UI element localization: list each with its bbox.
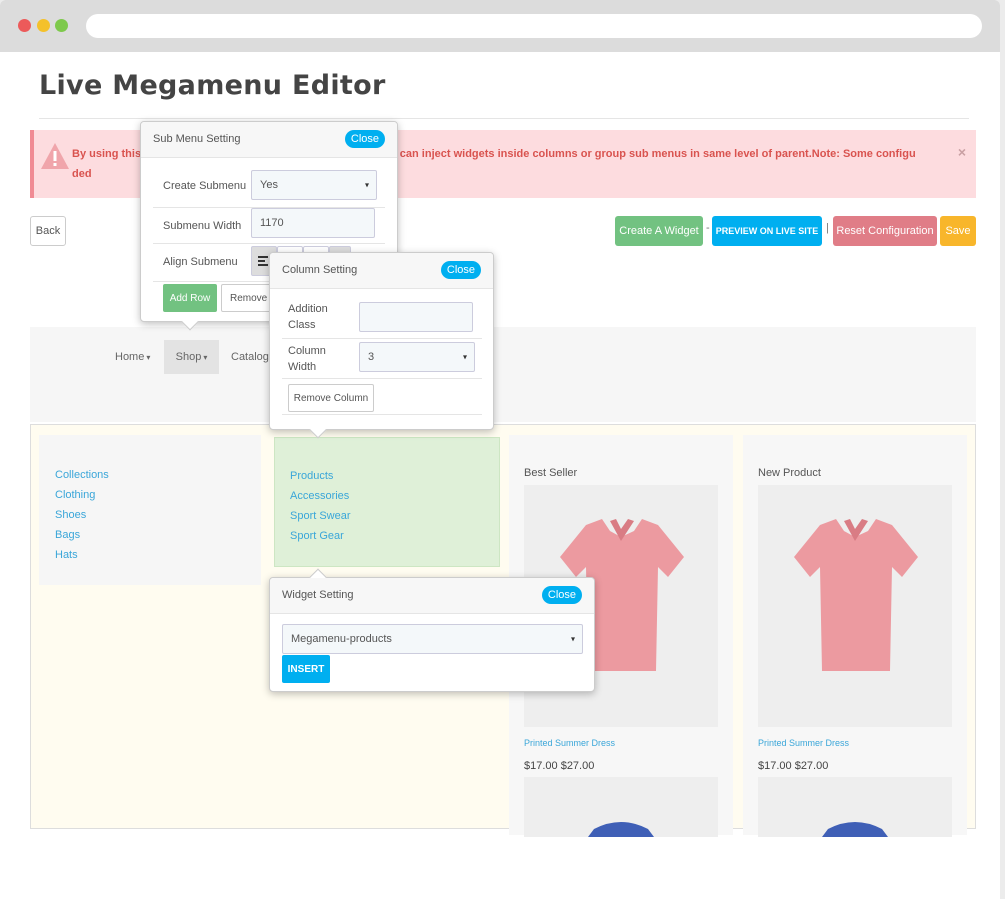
product-price: $17.00 $27.00 bbox=[758, 760, 829, 772]
submenu-column-1[interactable]: Collections Clothing Shoes Bags Hats bbox=[39, 435, 261, 585]
page: Live Megamenu Editor By using this t and… bbox=[0, 52, 1000, 899]
submenu-link[interactable]: Clothing bbox=[55, 485, 109, 505]
menu-item-home[interactable]: Home ▾ bbox=[115, 340, 150, 374]
popup-title: Column Setting bbox=[282, 264, 358, 276]
menu-item-shop[interactable]: Shop ▾ bbox=[164, 340, 219, 374]
preview-live-site-button[interactable]: PREVIEW ON LIVE SITE bbox=[712, 216, 822, 246]
window-close-dot[interactable] bbox=[18, 19, 31, 32]
select-value: Yes bbox=[260, 179, 278, 191]
addition-class-label: Addition Class bbox=[288, 303, 328, 331]
column-width-select[interactable]: 3 ▾ bbox=[359, 342, 475, 372]
insert-button[interactable]: INSERT bbox=[282, 655, 330, 683]
submenu-link[interactable]: Accessories bbox=[290, 486, 351, 506]
product-image[interactable] bbox=[758, 485, 952, 727]
chevron-down-icon: ▾ bbox=[462, 352, 467, 362]
page-title: Live Megamenu Editor bbox=[39, 70, 386, 101]
shirt-icon bbox=[822, 822, 888, 837]
close-button[interactable]: Close bbox=[440, 261, 481, 279]
submenu-column-2-selected[interactable]: Products Accessories Sport Swear Sport G… bbox=[274, 437, 500, 567]
column-heading: Best Seller bbox=[524, 467, 578, 479]
submenu-width-input[interactable]: 1170 bbox=[251, 208, 375, 238]
product-name-link[interactable]: Printed Summer Dress bbox=[758, 738, 849, 748]
shirt-icon bbox=[794, 519, 918, 671]
product-price: $17.00 $27.00 bbox=[524, 760, 595, 772]
widget-setting-popup: Widget Setting Close Megamenu-products ▾… bbox=[269, 568, 595, 692]
address-bar[interactable] bbox=[86, 14, 982, 38]
select-value: Megamenu-products bbox=[291, 633, 392, 645]
submenu-link[interactable]: Hats bbox=[55, 545, 109, 565]
submenu-link[interactable]: Bags bbox=[55, 525, 109, 545]
title-divider bbox=[39, 118, 969, 119]
chevron-down-icon: ▾ bbox=[570, 634, 575, 644]
chevron-down-icon: ▾ bbox=[364, 180, 369, 190]
menu-item-label: Shop bbox=[175, 351, 202, 363]
alert-close-icon[interactable]: × bbox=[958, 144, 966, 160]
widget-select[interactable]: Megamenu-products ▾ bbox=[282, 624, 583, 654]
submenu-column-new-product[interactable]: New Product Printed Summer Dress $17.00 … bbox=[743, 435, 967, 837]
chevron-down-icon: ▾ bbox=[203, 352, 208, 362]
toolbar-separator-pipe: | bbox=[826, 222, 829, 234]
chevron-down-icon: ▾ bbox=[146, 352, 151, 362]
column-heading: New Product bbox=[758, 467, 821, 479]
menu-item-label: Home bbox=[115, 351, 145, 363]
create-submenu-label: Create Submenu bbox=[163, 180, 247, 192]
warning-icon bbox=[41, 143, 69, 169]
create-submenu-select[interactable]: Yes ▾ bbox=[251, 170, 377, 200]
add-row-button[interactable]: Add Row bbox=[163, 284, 217, 312]
popup-title: Widget Setting bbox=[282, 589, 354, 601]
column-width-label: Column Width bbox=[288, 345, 326, 373]
submenu-link[interactable]: Collections bbox=[55, 465, 109, 485]
product-image[interactable] bbox=[758, 777, 952, 837]
submenu-link[interactable]: Sport Swear bbox=[290, 506, 351, 526]
window-maximize-dot[interactable] bbox=[55, 19, 68, 32]
popup-title: Sub Menu Setting bbox=[153, 133, 241, 145]
browser-chrome bbox=[0, 0, 1000, 52]
submenu-link[interactable]: Products bbox=[290, 466, 351, 486]
remove-column-button[interactable]: Remove Column bbox=[288, 384, 374, 412]
window-minimize-dot[interactable] bbox=[37, 19, 50, 32]
back-button[interactable]: Back bbox=[30, 216, 66, 246]
addition-class-input[interactable] bbox=[359, 302, 473, 332]
align-submenu-label: Align Submenu bbox=[163, 256, 238, 268]
menu-item-label: Catalog bbox=[231, 351, 269, 363]
toolbar-separator: - bbox=[706, 222, 710, 234]
product-image[interactable] bbox=[524, 777, 718, 837]
create-widget-button[interactable]: Create A Widget bbox=[615, 216, 703, 246]
shirt-icon bbox=[588, 822, 654, 837]
reset-configuration-button[interactable]: Reset Configuration bbox=[833, 216, 937, 246]
close-button[interactable]: Close bbox=[344, 130, 385, 148]
product-name-link[interactable]: Printed Summer Dress bbox=[524, 738, 615, 748]
submenu-width-label: Submenu Width bbox=[163, 220, 242, 232]
menu-bar: Home ▾ Shop ▾ Catalog ▾ bbox=[30, 327, 976, 422]
select-value: 3 bbox=[368, 351, 375, 363]
save-button[interactable]: Save bbox=[940, 216, 976, 246]
submenu-link[interactable]: Shoes bbox=[55, 505, 109, 525]
column-setting-popup: Column Setting Close Addition Class Colu… bbox=[269, 252, 494, 439]
close-button[interactable]: Close bbox=[541, 586, 582, 604]
submenu-link[interactable]: Sport Gear bbox=[290, 526, 351, 546]
remove-row-button[interactable]: Remove R bbox=[221, 284, 273, 312]
